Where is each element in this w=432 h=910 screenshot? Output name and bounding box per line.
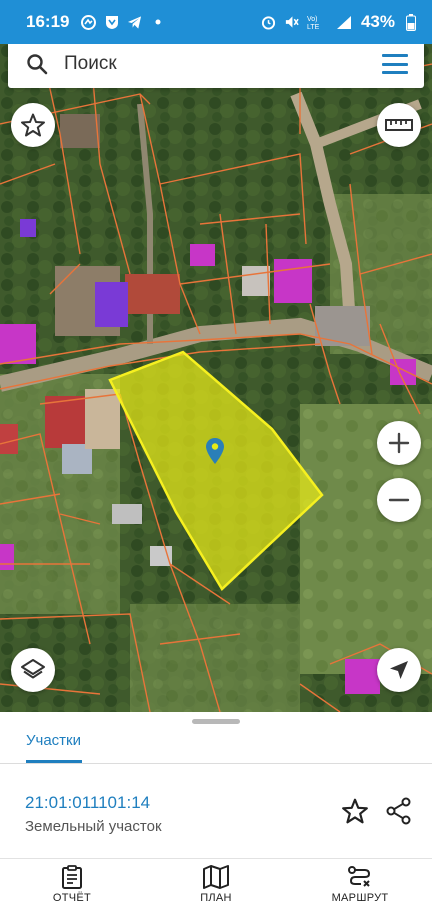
map-imagery (0, 44, 432, 712)
share-button[interactable] (384, 796, 414, 826)
nav-report[interactable]: ОТЧЁТ (0, 859, 144, 910)
layers-icon (20, 657, 46, 683)
zoom-out-button[interactable] (377, 478, 421, 522)
star-icon (341, 797, 369, 825)
navigation-arrow-icon (388, 659, 410, 681)
search-icon[interactable] (26, 53, 48, 75)
search-input[interactable] (64, 53, 380, 75)
svg-text:Vo): Vo) (307, 16, 318, 23)
nav-route-label: МАРШРУТ (331, 892, 389, 904)
status-time: 16:19 (26, 12, 70, 31)
parcel-type: Земельный участок (25, 818, 162, 835)
minus-icon (387, 488, 411, 512)
layers-button[interactable] (11, 648, 55, 692)
route-icon (347, 865, 373, 889)
nav-report-label: ОТЧЁТ (52, 892, 92, 904)
sheet-drag-handle[interactable] (192, 719, 240, 724)
status-bar: 16:19 Vo) LTE 43% (0, 0, 432, 44)
signal-icon (333, 15, 353, 30)
zoom-in-button[interactable] (377, 421, 421, 465)
alarm-icon (261, 15, 276, 30)
search-bar[interactable] (8, 44, 424, 88)
nav-route[interactable]: МАРШРУТ (288, 859, 432, 910)
clipboard-icon (61, 865, 83, 889)
ruler-icon (385, 117, 413, 133)
map-icon (203, 865, 229, 889)
bottom-navigation: ОТЧЁТ ПЛАН МАРШРУТ (0, 858, 432, 910)
battery-percent: 43% (360, 12, 395, 31)
nav-plan[interactable]: ПЛАН (144, 859, 288, 910)
divider (0, 763, 432, 764)
dot-icon (150, 15, 165, 30)
parcel-favorite-button[interactable] (340, 796, 370, 826)
battery-icon (403, 13, 418, 31)
satellite-map[interactable] (0, 44, 432, 712)
measure-button[interactable] (377, 103, 421, 147)
menu-button[interactable] (380, 52, 410, 76)
telegram-icon (127, 15, 142, 30)
star-icon (20, 112, 46, 138)
volte-icon: Vo) LTE (307, 15, 325, 30)
map-pin-icon[interactable] (205, 437, 225, 465)
locate-button[interactable] (377, 648, 421, 692)
shield-icon (104, 15, 119, 30)
nav-plan-label: ПЛАН (200, 892, 232, 904)
sync-icon (81, 14, 97, 30)
tab-parcels[interactable]: Участки (26, 732, 81, 749)
parcel-cadastral-number[interactable]: 21:01:011101:14 (25, 793, 150, 813)
parcel-sheet: Участки 21:01:011101:14 Земельный участо… (0, 712, 432, 858)
favorite-button[interactable] (11, 103, 55, 147)
mute-icon (284, 15, 299, 30)
svg-text:LTE: LTE (307, 24, 320, 30)
plus-icon (387, 431, 411, 455)
share-icon (386, 797, 412, 825)
